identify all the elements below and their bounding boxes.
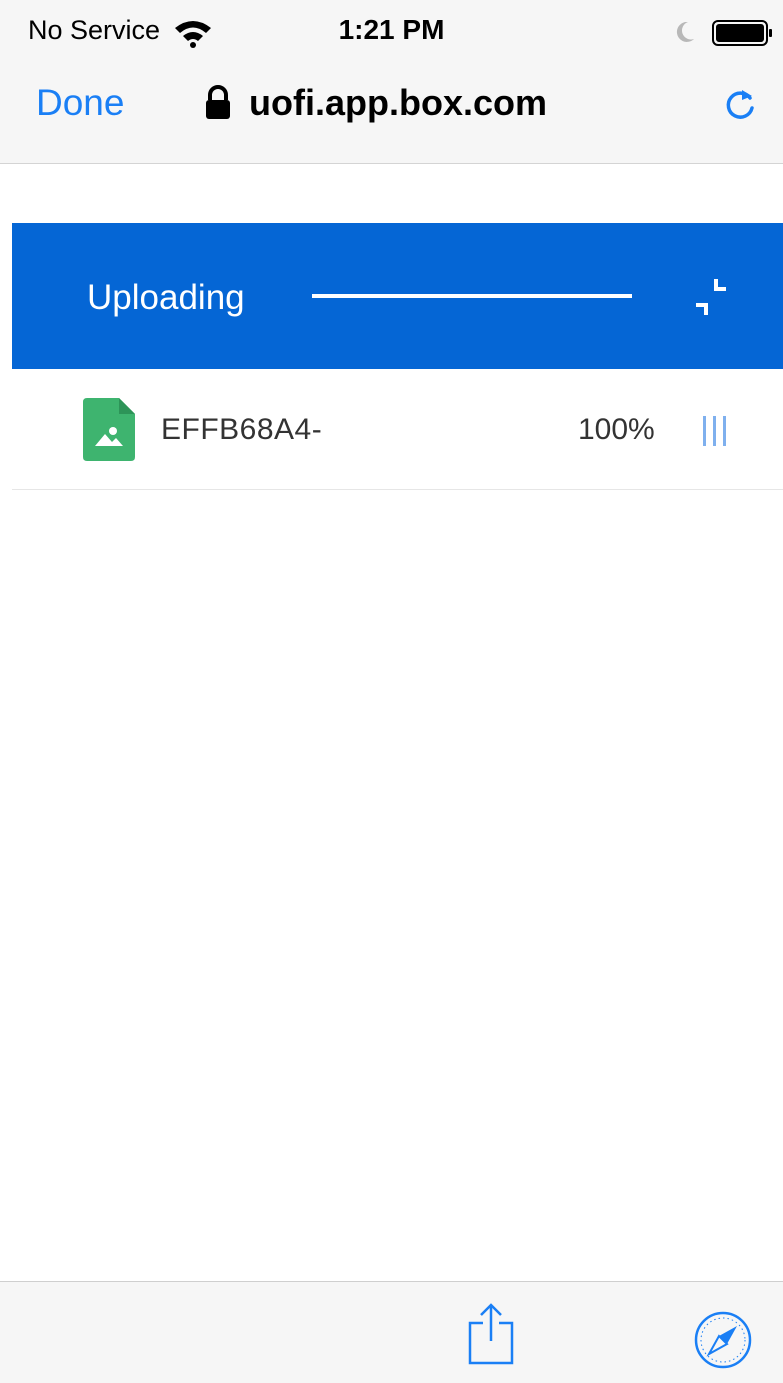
wifi-icon bbox=[175, 21, 211, 48]
collapse-icon[interactable] bbox=[692, 275, 732, 319]
upload-header: Uploading bbox=[12, 223, 783, 369]
upload-progress-fill bbox=[312, 294, 632, 298]
safari-compass-icon[interactable] bbox=[693, 1310, 753, 1370]
file-name: EFFB68A4- bbox=[161, 413, 323, 446]
browser-chrome: No Service 1:21 PM Done uofi.app.box.com bbox=[0, 0, 783, 164]
lock-icon bbox=[206, 85, 230, 119]
share-icon[interactable] bbox=[466, 1301, 516, 1367]
battery-icon bbox=[712, 20, 772, 46]
browser-toolbar bbox=[0, 1281, 783, 1383]
browser-nav-bar: Done uofi.app.box.com bbox=[0, 70, 783, 140]
image-file-icon bbox=[83, 398, 135, 461]
url-text: uofi.app.box.com bbox=[249, 82, 548, 123]
reload-icon[interactable] bbox=[720, 84, 760, 124]
done-button[interactable]: Done bbox=[36, 82, 124, 124]
upload-file-row: EFFB68A4- 100% bbox=[12, 369, 783, 490]
moon-icon bbox=[676, 21, 694, 42]
upload-progress-bar bbox=[312, 294, 632, 298]
status-bar: No Service 1:21 PM bbox=[0, 0, 783, 60]
processing-bars-icon bbox=[703, 416, 726, 446]
carrier-label: No Service bbox=[28, 15, 161, 45]
address-bar[interactable]: uofi.app.box.com bbox=[203, 80, 547, 126]
upload-title: Uploading bbox=[87, 278, 245, 317]
file-percent: 100% bbox=[578, 413, 655, 446]
